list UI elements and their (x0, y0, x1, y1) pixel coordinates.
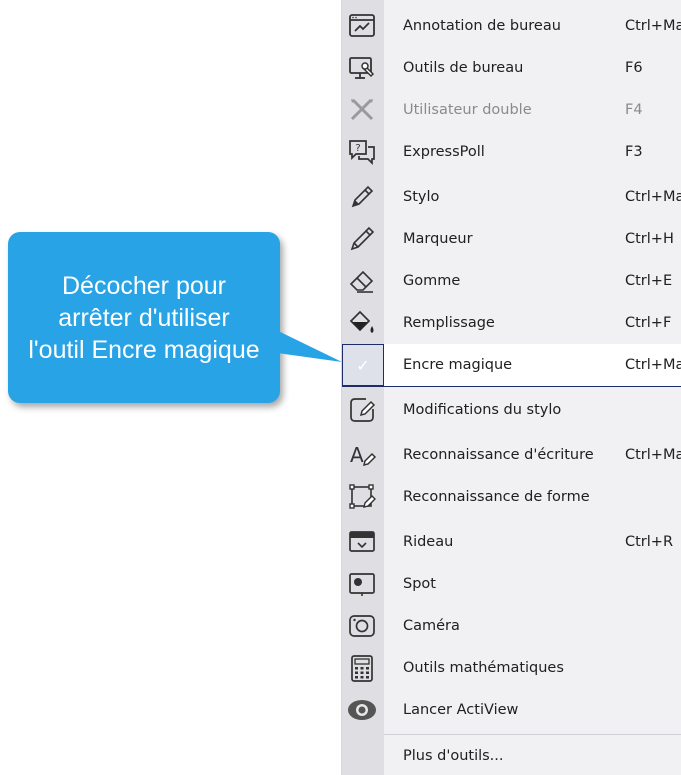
menu-item-label: Outils mathématiques (403, 660, 564, 676)
svg-text:A: A (350, 443, 364, 467)
menu-item-dual-user: Utilisateur double F4 (342, 89, 681, 131)
pen-modifications-icon (345, 394, 379, 426)
menu-item-shortcut: F4 (625, 102, 643, 118)
menu-item-label: Reconnaissance d'écriture (403, 447, 594, 463)
menu-item-label: Caméra (403, 618, 460, 634)
menu-item-label: Remplissage (403, 315, 495, 331)
menu-item-spotlight[interactable]: Spot (342, 563, 681, 605)
menu-item-desktop-annotation[interactable]: Annotation de bureau Ctrl+Maj (342, 5, 681, 47)
camera-icon (345, 610, 379, 642)
menu-item-label: ExpressPoll (403, 144, 485, 160)
fill-icon (345, 307, 379, 339)
menu-item-label: Encre magique (403, 357, 513, 373)
expresspoll-icon: ? (345, 136, 379, 168)
tools-menu: Annotation de bureau Ctrl+Maj Outils de … (341, 0, 681, 775)
menu-item-label: Stylo (403, 189, 440, 205)
callout-pointer (270, 327, 342, 362)
menu-item-shape-recognition[interactable]: Reconnaissance de forme (342, 476, 681, 518)
checkmark-icon: ✓ (356, 355, 370, 375)
magic-ink-checkbox[interactable]: ✓ (342, 344, 384, 386)
svg-text:?: ? (355, 143, 360, 154)
menu-item-label: Reconnaissance de forme (403, 489, 590, 505)
menu-item-label: Modifications du stylo (403, 402, 562, 418)
handwriting-recognition-icon: A (345, 439, 379, 471)
menu-item-shortcut: Ctrl+E (625, 273, 673, 289)
menu-item-shortcut: Ctrl+Maj (625, 18, 681, 34)
eraser-icon (345, 265, 379, 297)
instruction-callout: Décocher pour arrêter d'utiliser l'outil… (8, 232, 280, 403)
menu-item-shortcut: F3 (625, 144, 643, 160)
menu-item-fill[interactable]: Remplissage Ctrl+F (342, 302, 681, 344)
menu-item-expresspoll[interactable]: ? ExpressPoll F3 (342, 131, 681, 173)
calculator-icon (345, 652, 379, 684)
menu-item-shortcut: Ctrl+F (625, 315, 672, 331)
menu-item-label: Annotation de bureau (403, 18, 561, 34)
menu-item-label: Spot (403, 576, 436, 592)
menu-item-shortcut: F6 (625, 60, 643, 76)
desktop-annotation-icon (345, 10, 379, 42)
menu-item-pen-modifications[interactable]: Modifications du stylo (342, 389, 681, 431)
desktop-tools-icon (345, 52, 379, 84)
menu-item-shortcut: Ctrl+R (625, 534, 674, 550)
menu-item-magic-ink[interactable]: ✓ Encre magique Ctrl+Maj (342, 344, 681, 387)
menu-item-shortcut: Ctrl+H (625, 231, 674, 247)
menu-item-curtain[interactable]: Rideau Ctrl+R (342, 521, 681, 563)
highlighter-icon (345, 223, 379, 255)
menu-item-shortcut: Ctrl+Maj (625, 189, 681, 205)
menu-item-eraser[interactable]: Gomme Ctrl+E (342, 260, 681, 302)
menu-item-launch-actiview[interactable]: Lancer ActiView (342, 689, 681, 731)
menu-item-handwriting-recognition[interactable]: A Reconnaissance d'écriture Ctrl+Maj (342, 434, 681, 476)
menu-item-label: Rideau (403, 534, 454, 550)
eye-icon (345, 694, 379, 726)
menu-item-shortcut: Ctrl+Maj (625, 357, 681, 373)
spotlight-icon (345, 568, 379, 600)
menu-item-more-tools[interactable]: Plus d'outils... (342, 735, 681, 775)
menu-item-label: Marqueur (403, 231, 473, 247)
callout-text: Décocher pour arrêter d'utiliser l'outil… (28, 271, 260, 364)
dual-user-icon (345, 94, 379, 126)
menu-item-camera[interactable]: Caméra (342, 605, 681, 647)
curtain-icon (345, 526, 379, 558)
menu-item-shortcut: Ctrl+Maj (625, 447, 681, 463)
menu-item-label: Outils de bureau (403, 60, 524, 76)
shape-recognition-icon (345, 481, 379, 513)
menu-item-label: Gomme (403, 273, 461, 289)
menu-item-label: Lancer ActiView (403, 702, 519, 718)
menu-item-label: Utilisateur double (403, 102, 532, 118)
menu-item-highlighter[interactable]: Marqueur Ctrl+H (342, 218, 681, 260)
menu-item-pen[interactable]: Stylo Ctrl+Maj (342, 176, 681, 218)
menu-item-desktop-tools[interactable]: Outils de bureau F6 (342, 47, 681, 89)
pen-icon (345, 181, 379, 213)
menu-item-math-tools[interactable]: Outils mathématiques (342, 647, 681, 689)
menu-item-label: Plus d'outils... (403, 748, 504, 764)
